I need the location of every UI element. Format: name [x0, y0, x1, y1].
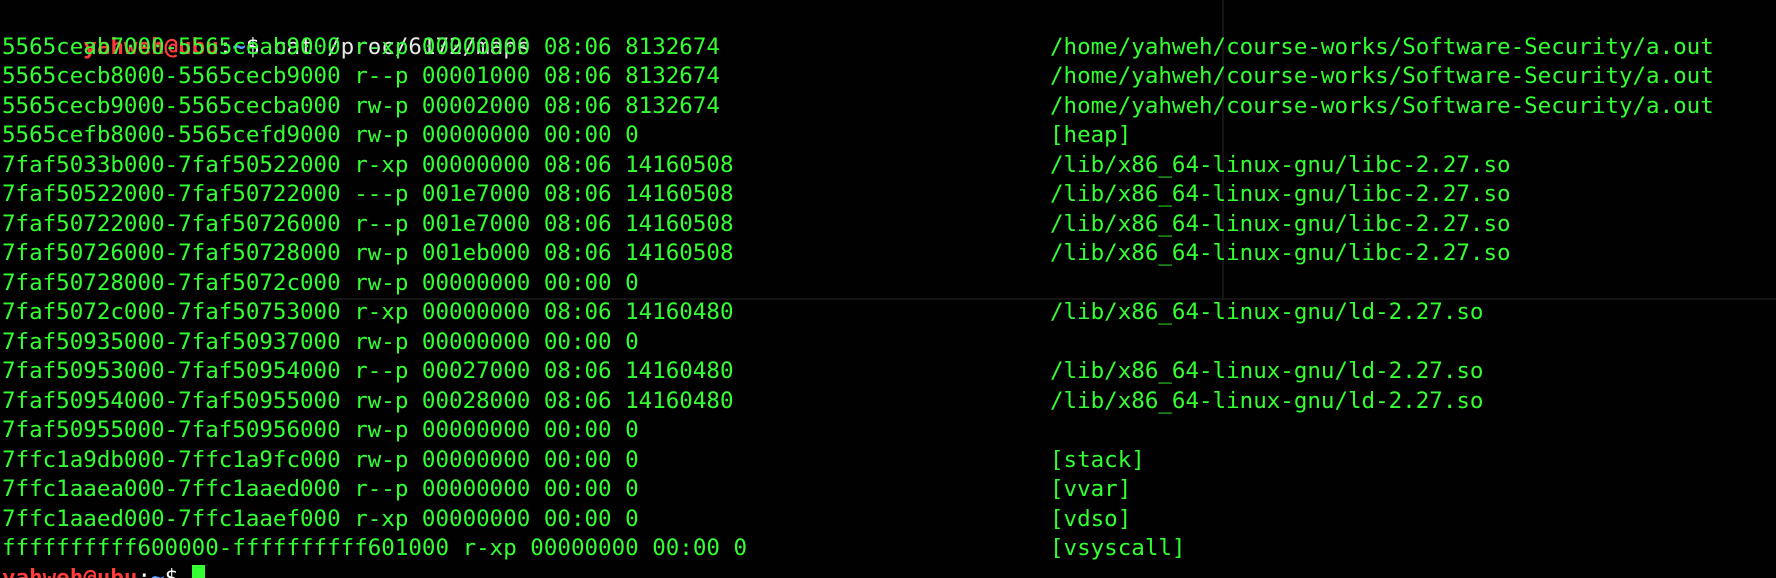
map-pathname: /lib/x86_64-linux-gnu/ld-2.27.so [1050, 299, 1484, 325]
map-row: 7faf50954000-7faf50955000 rw-p 00028000 … [2, 387, 1483, 417]
prompt-sign: $ [164, 564, 179, 578]
map-entry: 7faf50726000-7faf50728000 rw-p 001eb000 … [2, 240, 734, 266]
prompt-path: ~ [151, 564, 165, 578]
map-entry: 5565cecb9000-5565cecba000 rw-p 00002000 … [2, 92, 720, 119]
map-entry: 7faf5033b000-7faf50522000 r-xp 00000000 … [2, 151, 734, 178]
map-pathname: /lib/x86_64-linux-gnu/ld-2.27.so [1050, 387, 1484, 414]
map-row: 7faf5072c000-7faf50753000 r-xp 00000000 … [2, 298, 1483, 328]
map-entry: 7faf50522000-7faf50722000 ---p 001e7000 … [2, 181, 734, 207]
map-pathname: /lib/x86_64-linux-gnu/ld-2.27.so [1050, 358, 1484, 384]
map-row: 5565ceab7000-5565ceab9000 r-xp 00000000 … [2, 33, 1714, 63]
map-pathname: /lib/x86_64-linux-gnu/libc-2.27.so [1050, 210, 1511, 237]
map-row: 7faf50726000-7faf50728000 rw-p 001eb000 … [2, 239, 1511, 269]
map-row: 7faf50955000-7faf50956000 rw-p 00000000 … [2, 416, 639, 446]
map-pathname: [stack] [1050, 446, 1145, 473]
map-entry: 7faf50728000-7faf5072c000 rw-p 00000000 … [2, 269, 639, 296]
map-pathname: [vvar] [1050, 476, 1132, 502]
map-row: 7faf50953000-7faf50954000 r--p 00027000 … [2, 357, 1483, 387]
map-entry: ffffffffff600000-ffffffffff601000 r-xp 0… [2, 535, 748, 561]
map-pathname: /home/yahweh/course-works/Software-Secur… [1050, 63, 1714, 89]
terminal-output: yahweh@ubu:~$ cat /proc/6172/maps 5565ce… [2, 3, 1714, 578]
map-row: 7faf5033b000-7faf50522000 r-xp 00000000 … [2, 151, 1511, 181]
map-row: 7faf50722000-7faf50726000 r--p 001e7000 … [2, 210, 1511, 240]
map-row: 7ffc1aaed000-7ffc1aaef000 r-xp 00000000 … [2, 505, 1131, 535]
map-entry: 5565cecb8000-5565cecb9000 r--p 00001000 … [2, 63, 720, 89]
map-row: 7ffc1aaea000-7ffc1aaed000 r--p 00000000 … [2, 475, 1131, 505]
map-row: 5565cecb8000-5565cecb9000 r--p 00001000 … [2, 62, 1714, 92]
map-entry: 7ffc1aaed000-7ffc1aaef000 r-xp 00000000 … [2, 505, 639, 532]
map-entry: 7faf50955000-7faf50956000 rw-p 00000000 … [2, 417, 639, 443]
map-entry: 7faf50722000-7faf50726000 r--p 001e7000 … [2, 210, 734, 237]
map-entry: 7ffc1a9db000-7ffc1a9fc000 rw-p 00000000 … [2, 446, 639, 473]
map-pathname: /lib/x86_64-linux-gnu/libc-2.27.so [1050, 181, 1511, 207]
map-row: 7faf50522000-7faf50722000 ---p 001e7000 … [2, 180, 1511, 210]
prompt-separator: : [137, 564, 152, 578]
map-entry: 7faf50935000-7faf50937000 rw-p 00000000 … [2, 328, 639, 355]
map-entry: 7faf5072c000-7faf50753000 r-xp 00000000 … [2, 299, 734, 325]
active-prompt-line[interactable]: yahweh@ubu:~$ [2, 564, 530, 578]
map-row: 7faf50728000-7faf5072c000 rw-p 00000000 … [2, 269, 639, 299]
map-row: 7ffc1a9db000-7ffc1a9fc000 rw-p 00000000 … [2, 446, 1145, 476]
map-entry: 7faf50954000-7faf50955000 rw-p 00028000 … [2, 387, 734, 414]
prompt-line: yahweh@ubu:~$ cat /proc/6172/maps [2, 3, 530, 60]
map-pathname: [vsyscall] [1050, 535, 1186, 561]
map-row: 5565cecb9000-5565cecba000 rw-p 00002000 … [2, 92, 1714, 122]
map-pathname: /home/yahweh/course-works/Software-Secur… [1050, 33, 1714, 60]
map-row: 5565cefb8000-5565cefd9000 rw-p 00000000 … [2, 121, 1131, 151]
map-entry: 5565cefb8000-5565cefd9000 rw-p 00000000 … [2, 122, 639, 148]
map-pathname: [vdso] [1050, 505, 1132, 532]
map-entry: 7ffc1aaea000-7ffc1aaed000 r--p 00000000 … [2, 476, 639, 502]
text-cursor [191, 564, 205, 578]
terminal-window[interactable]: yahweh@ubu:~$ cat /proc/6172/maps 5565ce… [0, 0, 1776, 578]
map-entry: 7faf50953000-7faf50954000 r--p 00027000 … [2, 358, 734, 384]
prompt-user: yahweh@ubu [2, 564, 138, 578]
map-pathname: [heap] [1050, 122, 1132, 148]
map-pathname: /lib/x86_64-linux-gnu/libc-2.27.so [1050, 240, 1511, 266]
map-pathname: /home/yahweh/course-works/Software-Secur… [1050, 92, 1714, 119]
map-row: 7faf50935000-7faf50937000 rw-p 00000000 … [2, 328, 639, 358]
map-entry: 5565ceab7000-5565ceab9000 r-xp 00000000 … [2, 33, 720, 60]
map-pathname: /lib/x86_64-linux-gnu/libc-2.27.so [1050, 151, 1511, 178]
map-row: ffffffffff600000-ffffffffff601000 r-xp 0… [2, 534, 1185, 564]
